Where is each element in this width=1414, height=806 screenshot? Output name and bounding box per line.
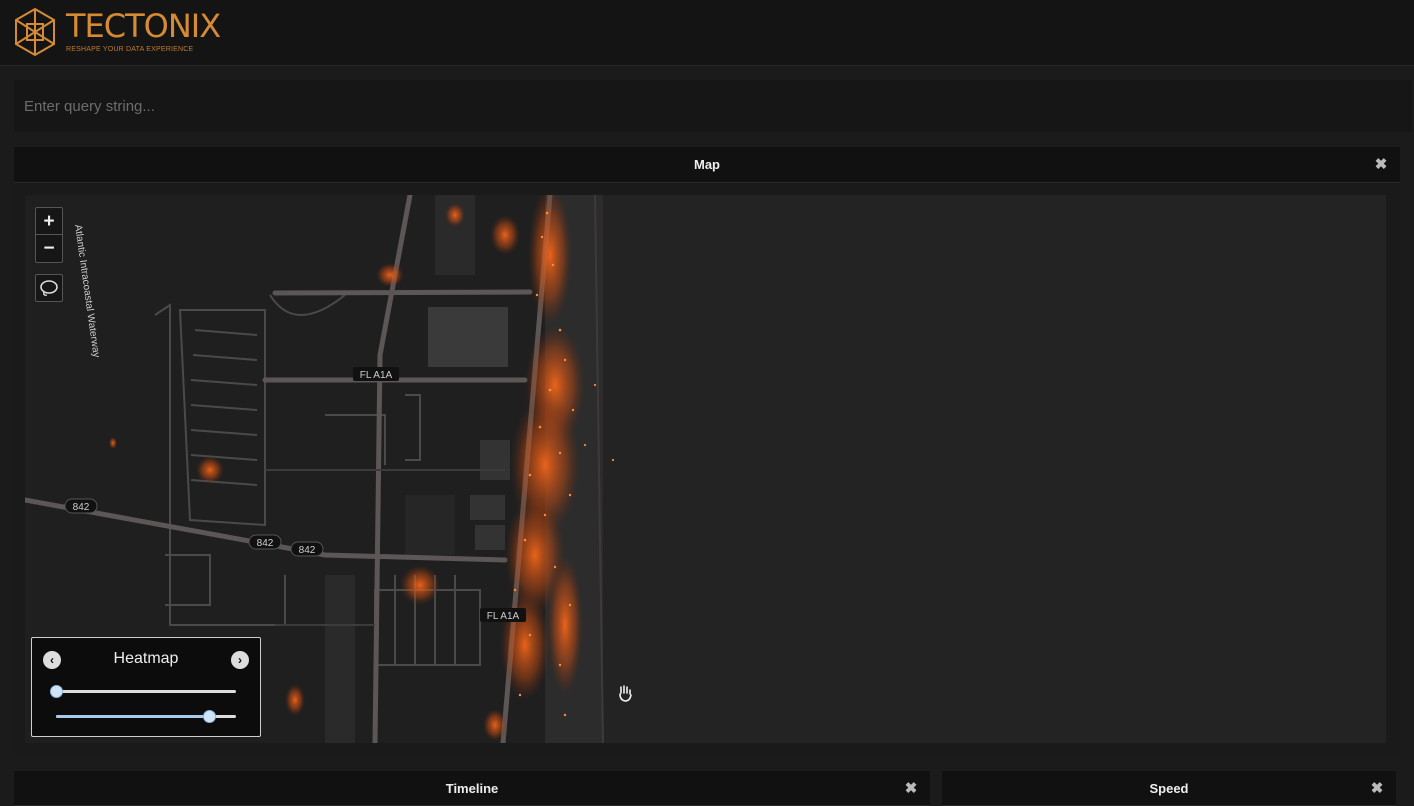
speed-panel: Speed ✖ [942, 771, 1396, 806]
lasso-icon [36, 275, 62, 301]
speed-panel-header: Speed ✖ [942, 771, 1396, 806]
timeline-panel-header: Timeline ✖ [14, 771, 930, 806]
timeline-panel: Timeline ✖ [14, 771, 930, 806]
timeline-panel-title: Timeline [445, 781, 499, 796]
zoom-in-button[interactable]: + [36, 208, 62, 235]
svg-text:FL A1A: FL A1A [487, 611, 520, 622]
lasso-button[interactable] [35, 274, 63, 302]
heatmap-slider-1-thumb[interactable] [50, 685, 63, 698]
heatmap-slider-2-thumb[interactable] [203, 710, 216, 723]
tectonix-logo-icon [15, 7, 55, 57]
chevron-left-icon[interactable]: ‹ [43, 651, 61, 669]
close-icon[interactable]: ✖ [1366, 778, 1388, 800]
map-panel-title: Map [694, 157, 720, 172]
logo-tagline: RESHAPE YOUR DATA EXPERIENCE [66, 46, 194, 53]
tectonix-logo[interactable]: TECTONIX RESHAPE YOUR DATA EXPERIENCE [10, 6, 221, 58]
svg-text:842: 842 [299, 545, 316, 556]
road-label-fl-a1a-north: FL A1A [353, 367, 399, 381]
heatmap-slider-2-fill [56, 715, 209, 718]
zoom-control: + − [35, 207, 63, 263]
logo-name: TECTONIX [66, 7, 221, 45]
heatmap-slider-2[interactable] [56, 710, 236, 723]
svg-text:FL A1A: FL A1A [360, 370, 393, 381]
svg-text:842: 842 [73, 502, 90, 513]
chevron-right-icon[interactable]: › [231, 651, 249, 669]
close-icon[interactable]: ✖ [900, 778, 922, 800]
speed-panel-title: Speed [1149, 781, 1189, 796]
app-header: TECTONIX RESHAPE YOUR DATA EXPERIENCE [0, 0, 1414, 66]
road-label-842-east: 842 [290, 541, 324, 557]
road-label-842-mid: 842 [248, 534, 282, 550]
heatmap-control: ‹ Heatmap › [31, 637, 261, 737]
close-icon[interactable]: ✖ [1370, 154, 1392, 176]
zoom-out-button[interactable]: − [36, 235, 62, 262]
svg-text:842: 842 [257, 538, 274, 549]
map-canvas[interactable]: FL A1A FL A1A 842 842 842 Atlantic Intra… [25, 195, 1386, 743]
heatmap-title: Heatmap [113, 650, 179, 667]
road-label-fl-a1a-south: FL A1A [480, 608, 526, 622]
query-input[interactable] [14, 80, 1412, 132]
map-panel: Map ✖ FL A1A FL A1A 842 842 842 Atlantic… [14, 147, 1400, 753]
heatmap-slider-1[interactable] [50, 685, 236, 698]
map-panel-header: Map ✖ [14, 147, 1400, 183]
query-bar [14, 80, 1412, 132]
road-label-842-west: 842 [64, 498, 98, 514]
